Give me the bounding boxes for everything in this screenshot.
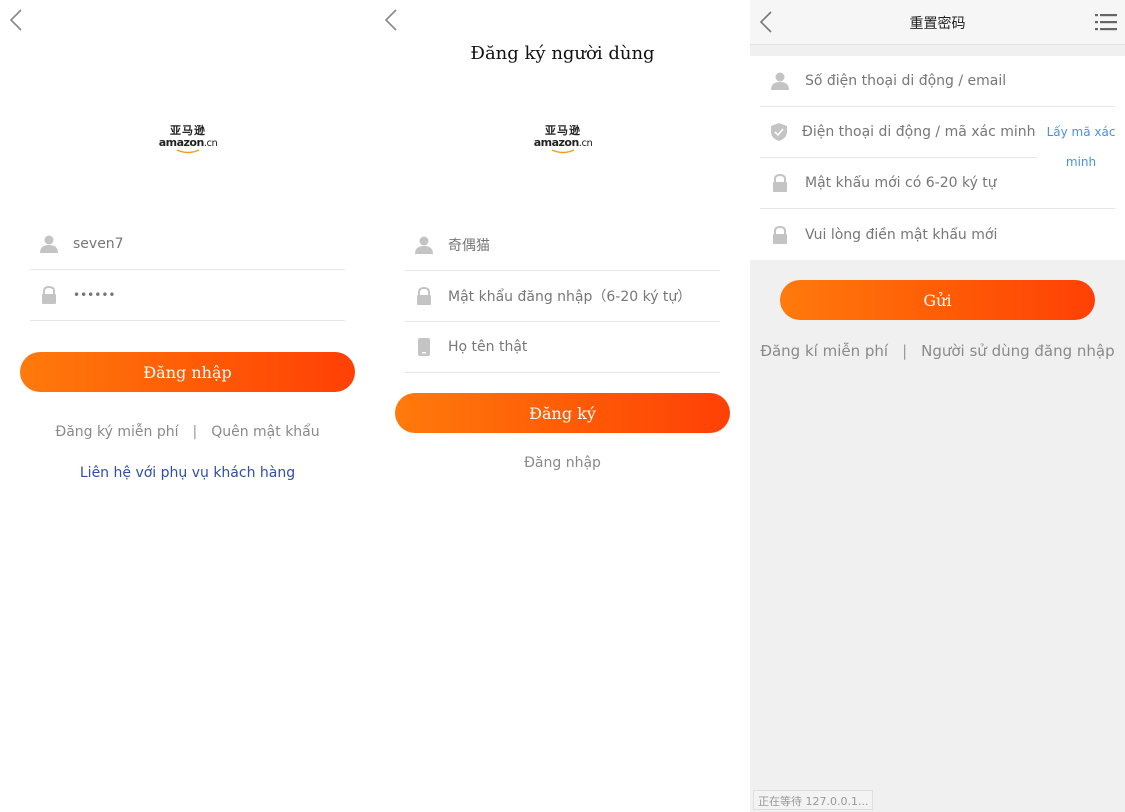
username-field[interactable]: seven7 xyxy=(30,219,345,270)
lock-icon xyxy=(770,225,790,244)
password-value: •••••• xyxy=(73,288,116,302)
link-separator: | xyxy=(902,342,908,360)
phone-email-field[interactable]: Số điện thoại di động / email xyxy=(760,56,1115,107)
code-placeholder: Điện thoại di động / mã xác minh email xyxy=(802,124,1037,140)
register-link[interactable]: Đăng ký miễn phí xyxy=(55,424,178,440)
verification-code-field[interactable]: Điện thoại di động / mã xác minh email xyxy=(760,107,1037,158)
username-value: seven7 xyxy=(73,236,124,252)
user-icon xyxy=(770,72,790,90)
user-icon xyxy=(39,234,59,254)
link-separator: | xyxy=(192,424,198,440)
submit-button[interactable]: Gửi xyxy=(780,280,1095,320)
confirm-password-field[interactable]: Vui lòng điền mật khẩu mới xyxy=(760,209,1115,260)
amazon-logo: 亚马逊 amazon.cn xyxy=(156,125,220,157)
realname-placeholder: Họ tên thật xyxy=(448,339,528,355)
username-value: 奇偶猫 xyxy=(448,238,490,254)
password-field[interactable]: Mật khẩu đăng nhập（6-20 ký tự） xyxy=(405,271,720,322)
lock-icon xyxy=(414,286,434,306)
user-icon xyxy=(414,235,434,255)
password-field[interactable]: •••••• xyxy=(30,270,345,321)
forgot-password-link[interactable]: Quên mật khẩu xyxy=(211,424,319,440)
login-links: Đăng ký miễn phí | Quên mật khẩu xyxy=(0,424,375,440)
page-title: Đăng ký người dùng xyxy=(470,43,655,64)
customer-service-link[interactable]: Liên hệ với phụ vụ khách hàng xyxy=(0,465,375,481)
reset-links: Đăng kí miễn phí | Người sử dùng đăng nhập xyxy=(750,342,1125,360)
back-arrow-icon[interactable] xyxy=(384,9,404,31)
phone-icon xyxy=(414,337,434,357)
top-bar: 重置密码 xyxy=(750,0,1125,45)
back-arrow-icon[interactable] xyxy=(9,9,29,31)
login-link[interactable]: Đăng nhập xyxy=(375,455,750,471)
new-password-placeholder: Mật khẩu mới có 6-20 ký tự xyxy=(805,175,997,191)
status-bar: 正在等待 127.0.0.1... xyxy=(753,790,874,810)
register-button[interactable]: Đăng ký xyxy=(395,393,730,433)
menu-list-icon[interactable] xyxy=(1095,13,1117,31)
password-placeholder: Mật khẩu đăng nhập（6-20 ký tự） xyxy=(448,289,692,305)
reset-password-screen: 重置密码 Số điện thoại di động / email Điện … xyxy=(750,0,1125,812)
get-code-button[interactable]: Lấy mã xác minh xyxy=(1045,117,1117,177)
lock-icon xyxy=(770,174,790,192)
register-link[interactable]: Đăng kí miễn phí xyxy=(760,342,888,360)
login-screen: 亚马逊 amazon.cn seven7 •••••• Đăng nhập Đă… xyxy=(0,0,375,812)
page-title: 重置密码 xyxy=(909,16,966,32)
confirm-password-placeholder: Vui lòng điền mật khẩu mới xyxy=(805,226,998,243)
user-login-link[interactable]: Người sử dùng đăng nhập xyxy=(921,342,1115,360)
shield-check-icon xyxy=(770,123,787,141)
lock-icon xyxy=(39,285,59,305)
phone-email-placeholder: Số điện thoại di động / email xyxy=(805,73,1007,89)
register-screen: Đăng ký người dùng 亚马逊 amazon.cn 奇偶猫 Mật… xyxy=(375,0,750,812)
amazon-logo: 亚马逊 amazon.cn xyxy=(531,125,595,157)
username-field[interactable]: 奇偶猫 xyxy=(405,220,720,271)
realname-field[interactable]: Họ tên thật xyxy=(405,322,720,373)
login-button[interactable]: Đăng nhập xyxy=(20,352,355,392)
